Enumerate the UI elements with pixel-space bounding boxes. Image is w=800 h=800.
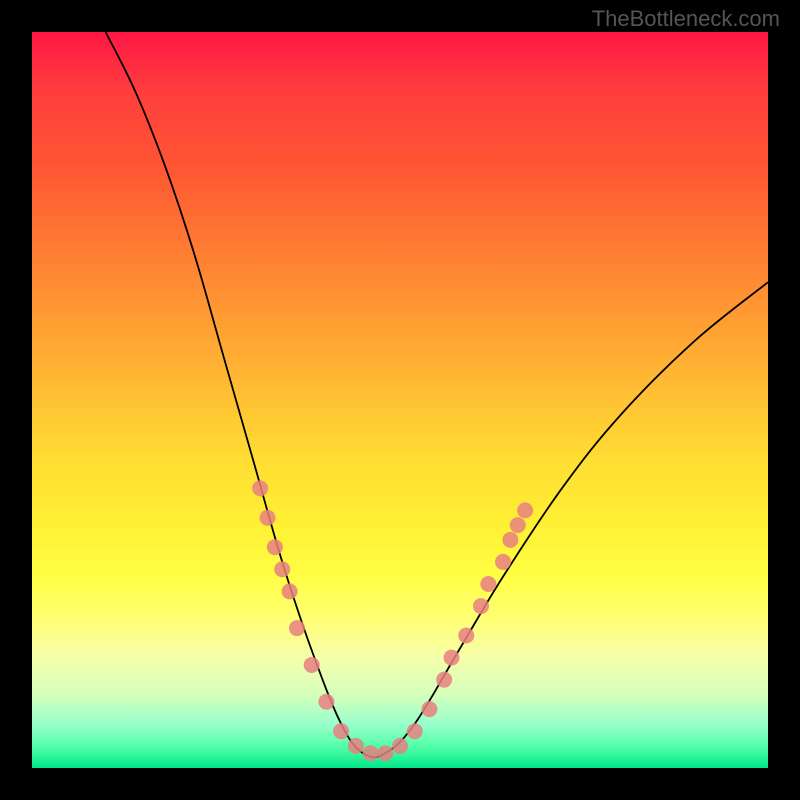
bottleneck-curve [106, 32, 768, 757]
data-marker [252, 480, 268, 496]
marker-group [252, 480, 533, 761]
data-marker [436, 672, 452, 688]
data-marker [444, 650, 460, 666]
data-marker [495, 554, 511, 570]
data-marker [289, 620, 305, 636]
data-marker [458, 628, 474, 644]
watermark-text: TheBottleneck.com [592, 6, 780, 32]
data-marker [392, 738, 408, 754]
data-marker [517, 502, 533, 518]
data-marker [502, 532, 518, 548]
data-marker [267, 539, 283, 555]
data-marker [304, 657, 320, 673]
data-marker [274, 561, 290, 577]
data-marker [363, 745, 379, 761]
data-marker [421, 701, 437, 717]
chart-plot-area [32, 32, 768, 768]
data-marker [348, 738, 364, 754]
data-marker [282, 583, 298, 599]
data-marker [260, 510, 276, 526]
chart-svg [32, 32, 768, 768]
data-marker [473, 598, 489, 614]
data-marker [377, 745, 393, 761]
data-marker [510, 517, 526, 533]
data-marker [480, 576, 496, 592]
data-marker [333, 723, 349, 739]
data-marker [318, 694, 334, 710]
data-marker [407, 723, 423, 739]
